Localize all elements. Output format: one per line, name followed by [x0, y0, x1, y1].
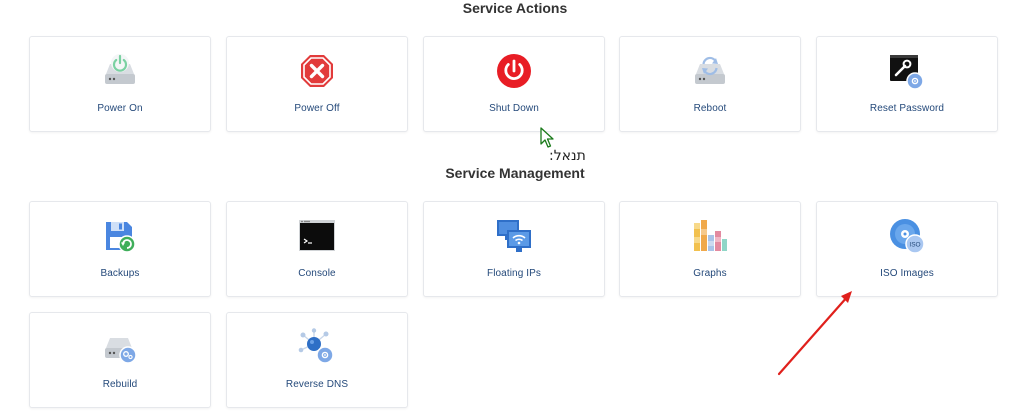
backups-button[interactable]: Backups	[29, 201, 211, 297]
console-icon	[298, 217, 336, 255]
console-label: Console	[298, 268, 336, 279]
reboot-icon	[691, 52, 729, 90]
graphs-icon	[691, 217, 729, 255]
section-title-actions: Service Actions	[462, 0, 568, 16]
reset-password-label: Reset Password	[869, 103, 945, 114]
power-on-icon	[101, 52, 139, 90]
power-on-button[interactable]: Power On	[29, 36, 211, 132]
power-off-icon	[298, 52, 336, 90]
floating-ips-icon	[495, 217, 533, 255]
reverse-dns-button[interactable]: Reverse DNS	[226, 312, 408, 408]
annotation-arrow-icon	[777, 291, 852, 376]
reboot-button[interactable]: Reboot	[619, 36, 801, 132]
mouse-cursor-icon	[540, 127, 554, 148]
iso-badge-text: ISO	[909, 242, 920, 249]
shut-down-icon	[495, 52, 533, 90]
reverse-dns-icon	[298, 328, 336, 366]
shut-down-label: Shut Down	[489, 103, 539, 114]
floating-ips-button[interactable]: Floating IPs	[423, 201, 605, 297]
reset-password-icon	[888, 52, 926, 90]
power-off-button[interactable]: Power Off	[226, 36, 408, 132]
service-panel: Service Actions Power On Power Off Shut …	[0, 0, 1018, 416]
reboot-label: Reboot	[693, 103, 727, 114]
graphs-label: Graphs	[693, 268, 727, 279]
reverse-dns-label: Reverse DNS	[285, 379, 349, 390]
console-button[interactable]: Console	[226, 201, 408, 297]
power-off-label: Power Off	[294, 103, 340, 114]
iso-images-icon: ISO	[888, 217, 926, 255]
backups-icon	[101, 217, 139, 255]
shut-down-button[interactable]: Shut Down	[423, 36, 605, 132]
rebuild-label: Rebuild	[102, 379, 138, 390]
power-on-label: Power On	[97, 103, 143, 114]
floating-ips-label: Floating IPs	[486, 268, 541, 279]
tooltip-text: תנאל:	[549, 148, 586, 164]
reset-password-button[interactable]: Reset Password	[816, 36, 998, 132]
rebuild-icon	[101, 328, 139, 366]
backups-label: Backups	[100, 268, 140, 279]
section-title-management: Service Management	[445, 165, 585, 181]
rebuild-button[interactable]: Rebuild	[29, 312, 211, 408]
iso-images-label: ISO Images	[880, 268, 934, 279]
